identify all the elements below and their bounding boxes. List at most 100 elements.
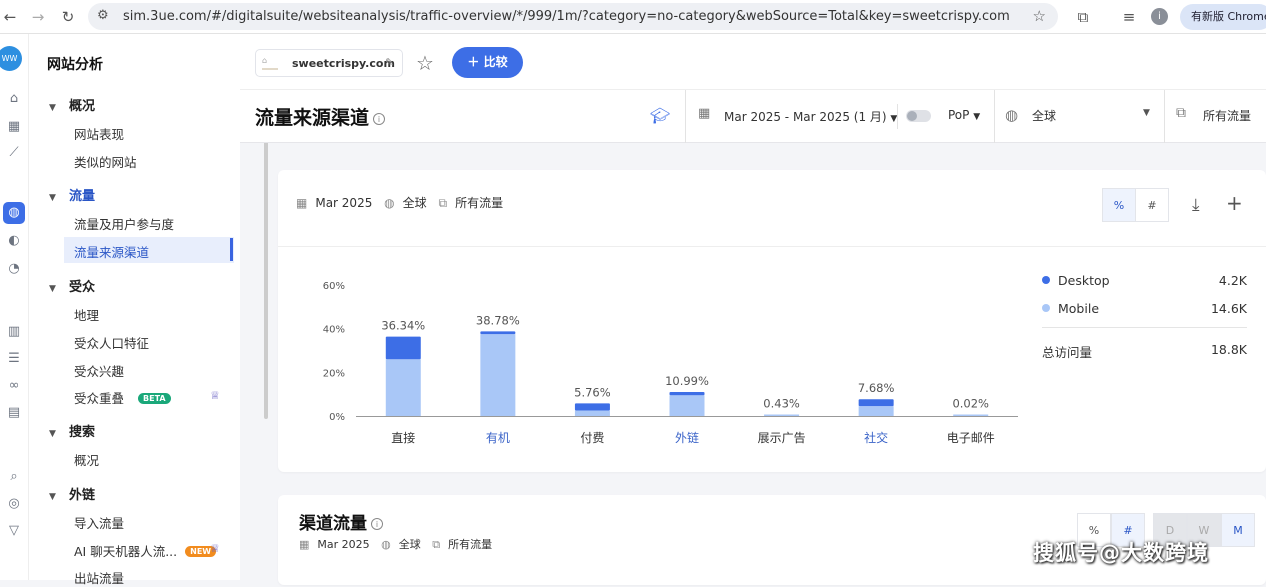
sidebar-item-traffic-channels[interactable]: 流量来源渠道 <box>74 242 149 261</box>
pie-chart-icon[interactable]: ◔ <box>3 258 25 280</box>
x-tick-label: 电子邮件 <box>947 431 995 445</box>
site-name: sweetcrispy.com <box>292 57 395 70</box>
learn-cap-icon[interactable]: 🎓︎ <box>650 106 670 125</box>
sidebar-item-outgoing[interactable]: 出站流量 <box>74 568 124 587</box>
divider <box>278 246 1266 247</box>
number-toggle[interactable]: # <box>1135 188 1169 222</box>
chevron-down-icon: ▼ <box>49 492 56 502</box>
chrome-update-button[interactable]: 有新版 Chrome <box>1180 4 1266 30</box>
pop-toggle[interactable] <box>906 110 931 122</box>
reading-list-icon[interactable]: ≡ <box>1119 7 1139 27</box>
date-range-select[interactable]: Mar 2025 - Mar 2025 (1 月) ▼ <box>724 108 897 125</box>
divider <box>1042 327 1247 328</box>
palette-icon[interactable]: ◐ <box>3 230 25 252</box>
card-title: 渠道流量 i <box>299 509 383 534</box>
bar-desktop <box>385 336 421 360</box>
x-tick-label: 外链 <box>675 430 699 445</box>
beta-badge: BETA <box>138 393 171 404</box>
search-list-icon[interactable]: ☰ <box>3 348 25 370</box>
legend-desktop[interactable]: Desktop 4.2K <box>1042 273 1247 288</box>
x-tick-label: 社交 <box>864 430 888 445</box>
profile-avatar[interactable]: i <box>1151 8 1168 25</box>
sidebar-item-audience-overlap[interactable]: 受众重叠 BETA <box>74 388 171 407</box>
bar-desktop <box>858 399 894 407</box>
sidebar-item-similar-sites[interactable]: 类似的网站 <box>74 152 137 171</box>
sidebar-item-demographics[interactable]: 受众人口特征 <box>74 333 149 352</box>
compare-button[interactable]: ＋ 比较 <box>452 47 523 78</box>
back-arrow-icon[interactable]: ← <box>0 7 20 27</box>
granularity-month[interactable]: M <box>1221 513 1255 547</box>
bar-desktop <box>669 392 705 396</box>
sidebar-item-engagement[interactable]: 流量及用户参与度 <box>74 214 174 233</box>
y-axis: 0% 20% 40% 60% <box>323 281 345 423</box>
bar-desktop <box>480 331 516 335</box>
website-globe-icon[interactable]: ◍ <box>3 202 25 224</box>
compare-label: 比较 <box>483 55 508 69</box>
edit-pencil-icon[interactable]: ✎ <box>385 56 394 69</box>
crown-icon: ♕ <box>210 542 220 555</box>
browser-toolbar: ← → ↻ ⚙ sim.3ue.com/#/digitalsuite/websi… <box>0 0 1266 34</box>
total-value: 18.8K <box>1210 342 1247 357</box>
region-select[interactable]: 全球 <box>1032 107 1056 124</box>
traffic-source-icon: ⧉ <box>438 196 448 210</box>
traffic-source-icon: ⧉ <box>1176 105 1186 121</box>
report-icon[interactable]: ▤ <box>3 402 25 424</box>
bars: 36.34% 38.78% 5.76% 10.99% 0.43% 7.68% 0.02% <box>381 313 989 416</box>
sidebar-section-search[interactable]: ▼ 搜索 <box>49 421 95 440</box>
filter-traffic: 所有流量 <box>455 196 504 210</box>
sidebar-item-referrals[interactable]: 导入流量 <box>74 513 124 532</box>
add-icon[interactable]: + <box>1226 191 1243 215</box>
apps-icon[interactable]: ▦ <box>3 116 25 138</box>
traffic-type-select[interactable]: 所有流量 <box>1203 107 1251 124</box>
bar-mobile <box>858 406 894 416</box>
site-chip[interactable]: ⌂ sweetcrispy.com ✎ <box>255 49 403 77</box>
bookmark-star-icon[interactable]: ☆ <box>1033 7 1046 25</box>
download-icon[interactable]: ⤓ <box>1192 195 1200 215</box>
percent-toggle[interactable]: % <box>1102 188 1136 222</box>
card-filters: ▦ Mar 2025 ◍ 全球 ⧉ 所有流量 <box>299 536 500 552</box>
filter-traffic: 所有流量 <box>448 538 493 551</box>
calendar-icon: ▦ <box>299 538 310 551</box>
x-tick-label: 有机 <box>486 431 510 445</box>
legend-mobile[interactable]: Mobile 14.6K <box>1042 301 1247 316</box>
sidebar-section-traffic[interactable]: ▼ 流量 <box>49 185 95 204</box>
sidebar-item-search-overview[interactable]: 概况 <box>74 450 99 469</box>
search-icon[interactable]: ⌕ <box>3 466 25 488</box>
site-info-icon[interactable]: ⚙ <box>97 8 109 23</box>
sidebar-item-website-performance[interactable]: 网站表现 <box>74 124 124 143</box>
home-icon[interactable]: ⌂ <box>3 88 25 110</box>
favorite-star-icon[interactable]: ☆ <box>416 51 434 75</box>
reload-icon[interactable]: ↻ <box>58 7 78 27</box>
sidebar-section-audience[interactable]: ▼ 受众 <box>49 276 95 295</box>
bar-value-label: 0.43% <box>763 397 800 411</box>
bar-value-label: 10.99% <box>665 374 709 388</box>
bar-desktop <box>574 403 610 411</box>
trend-icon[interactable]: ⟋ <box>3 142 25 164</box>
filter-region: 全球 <box>402 196 427 210</box>
link-icon[interactable]: ∞ <box>3 375 25 397</box>
forward-arrow-icon[interactable]: → <box>28 7 48 27</box>
x-axis: 直接 有机 付费 外链 展示广告 社交 电子邮件 <box>356 416 1018 445</box>
sidebar-section-label: 流量 <box>69 189 96 204</box>
sidebar-item-label: 受众重叠 <box>74 391 125 406</box>
page-title-text: 流量来源渠道 <box>255 107 370 129</box>
extensions-icon[interactable]: ⧉ <box>1073 7 1093 27</box>
address-bar[interactable]: ⚙ sim.3ue.com/#/digitalsuite/websiteanal… <box>88 3 1058 30</box>
sidebar-section-backlinks[interactable]: ▼ 外链 <box>49 484 95 503</box>
icon-rail: WW ⌂ ▦ ⟋ ◍ ◐ ◔ ▥ ☰ ∞ ▤ ⌕ ◎ ▽ <box>0 34 29 580</box>
sidebar-item-ai-chatbot[interactable]: AI 聊天机器人流... NEW <box>74 541 217 560</box>
bar-mobile <box>764 414 800 416</box>
legend-label: Mobile <box>1058 301 1100 316</box>
info-icon: i <box>373 113 386 125</box>
y-tick-label: 40% <box>323 325 345 336</box>
sidebar-section-overview[interactable]: ▼ 概况 <box>49 95 95 114</box>
pop-select[interactable]: PoP ▼ <box>948 108 980 122</box>
sidebar-item-geography[interactable]: 地理 <box>74 305 99 324</box>
site-favicon: ⌂ <box>262 56 278 70</box>
caret-down-icon[interactable]: ▼ <box>1143 108 1150 118</box>
x-tick-label: 付费 <box>580 431 604 445</box>
filter-icon[interactable]: ▽ <box>3 520 25 542</box>
target-icon[interactable]: ◎ <box>3 493 25 515</box>
bar-chart-icon[interactable]: ▥ <box>3 321 25 343</box>
sidebar-item-interests[interactable]: 受众兴趣 <box>74 361 124 380</box>
